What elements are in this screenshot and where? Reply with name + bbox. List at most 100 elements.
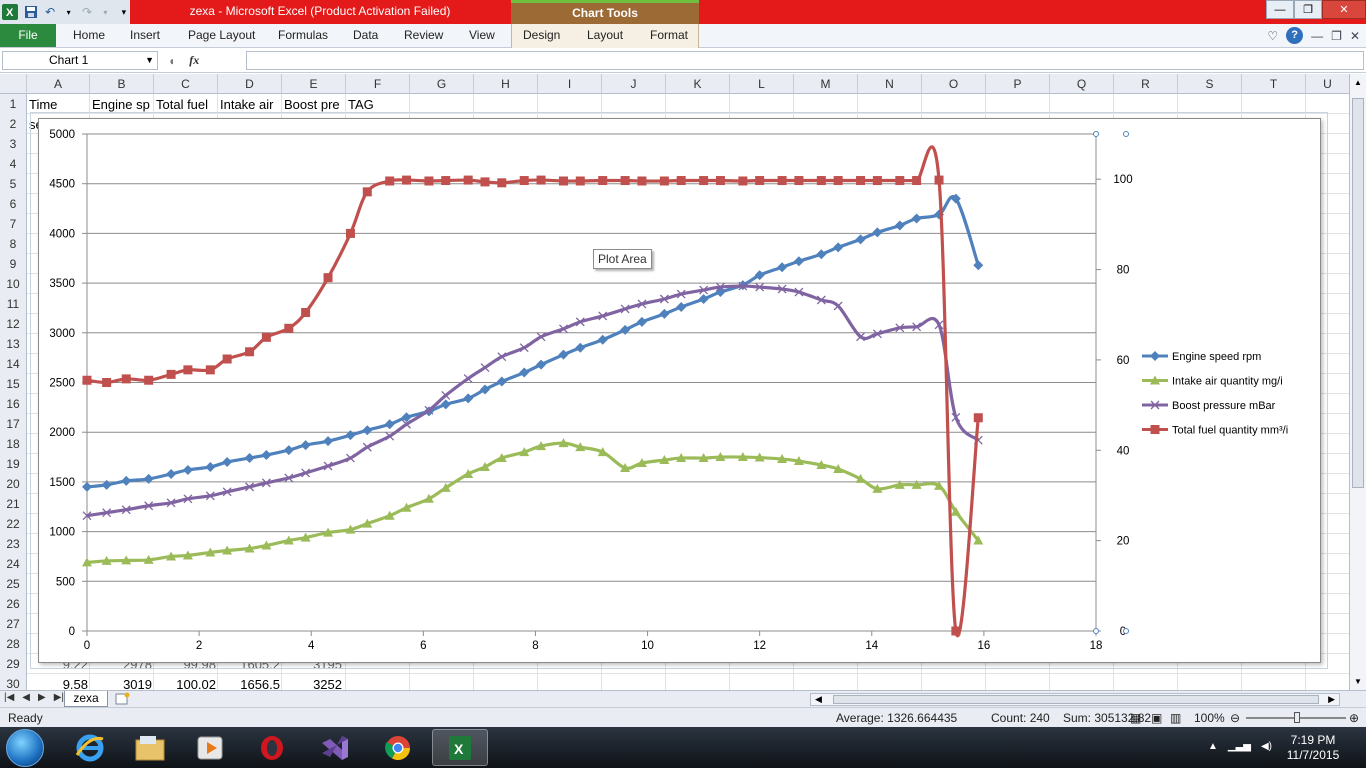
row-header-10[interactable]: 10 [0, 277, 26, 291]
data-point-total-fuel[interactable] [659, 176, 669, 186]
data-point-engine-speed[interactable] [636, 316, 647, 327]
data-point-total-fuel[interactable] [816, 176, 826, 186]
file-explorer-icon[interactable] [122, 729, 178, 766]
legend-marker[interactable] [1150, 351, 1160, 361]
data-point-total-fuel[interactable] [424, 176, 434, 186]
data-point-engine-speed[interactable] [793, 256, 804, 267]
column-header-s[interactable]: S [1178, 74, 1242, 94]
data-point-total-fuel[interactable] [794, 176, 804, 186]
sheet-tab-zexa[interactable]: zexa [64, 691, 108, 707]
row-header-17[interactable]: 17 [0, 417, 26, 431]
redo-icon[interactable]: ↷ [81, 4, 93, 20]
normal-view-icon[interactable]: ▦ [1130, 711, 1141, 725]
data-point-total-fuel[interactable] [301, 307, 311, 317]
data-point-engine-speed[interactable] [620, 324, 631, 335]
data-point-engine-speed[interactable] [440, 399, 451, 410]
tab-home[interactable]: Home [73, 24, 105, 47]
data-point-engine-speed[interactable] [244, 453, 255, 464]
data-point-total-fuel[interactable] [558, 176, 568, 186]
help-icon[interactable]: ? [1286, 27, 1304, 44]
data-point-engine-speed[interactable] [597, 334, 608, 345]
status-count[interactable]: Count: 240 [991, 711, 1050, 725]
volume-icon[interactable]: ◀) [1261, 741, 1272, 752]
data-point-engine-speed[interactable] [911, 213, 922, 224]
data-point-engine-speed[interactable] [362, 425, 373, 436]
data-point-engine-speed[interactable] [894, 220, 905, 231]
column-header-e[interactable]: E [282, 74, 346, 94]
column-header-n[interactable]: N [858, 74, 922, 94]
data-point-engine-speed[interactable] [384, 419, 395, 430]
data-point-engine-speed[interactable] [676, 301, 687, 312]
cell-f1[interactable]: TAG [348, 97, 409, 112]
opera-browser-icon[interactable] [244, 729, 300, 766]
data-point-total-fuel[interactable] [833, 176, 843, 186]
axis-selection-handle[interactable] [1123, 628, 1129, 634]
row-header-3[interactable]: 3 [0, 137, 26, 151]
page-layout-view-icon[interactable]: ▣ [1151, 711, 1162, 725]
data-point-total-fuel[interactable] [362, 187, 372, 197]
tab-view[interactable]: View [469, 24, 495, 47]
data-point-engine-speed[interactable] [872, 227, 883, 238]
data-point-total-fuel[interactable] [463, 175, 473, 185]
data-point-total-fuel[interactable] [121, 374, 131, 384]
row-header-11[interactable]: 11 [0, 297, 26, 311]
data-point-total-fuel[interactable] [777, 176, 787, 186]
cell-e1[interactable]: Boost pre [284, 97, 345, 112]
taskbar-clock[interactable]: 7:19 PM 11/7/2015 [1278, 733, 1348, 763]
series-line-boost-pressure[interactable] [86, 284, 980, 518]
data-point-boost-pressure[interactable] [833, 301, 843, 311]
data-point-engine-speed[interactable] [82, 481, 92, 492]
redo-dropdown-icon[interactable]: ▾ [99, 4, 111, 20]
data-point-total-fuel[interactable] [755, 176, 765, 186]
data-point-total-fuel[interactable] [519, 176, 529, 186]
column-header-o[interactable]: O [922, 74, 986, 94]
data-point-total-fuel[interactable] [637, 176, 647, 186]
column-header-t[interactable]: T [1242, 74, 1306, 94]
row-header-1[interactable]: 1 [0, 97, 26, 111]
data-point-engine-speed[interactable] [101, 479, 112, 490]
data-point-engine-speed[interactable] [496, 376, 507, 387]
row-header-22[interactable]: 22 [0, 517, 26, 531]
data-point-engine-speed[interactable] [855, 234, 866, 245]
name-box[interactable]: Chart 1 ▼ [2, 51, 158, 70]
horizontal-scrollbar[interactable]: ◀ ▶ [810, 693, 1340, 706]
data-point-engine-speed[interactable] [777, 262, 788, 273]
select-all-button[interactable] [0, 74, 27, 94]
series-intake-air[interactable] [82, 438, 984, 567]
network-icon[interactable]: ▁▃▅ [1228, 741, 1251, 752]
cell-c1[interactable]: Total fuel [156, 97, 217, 112]
column-header-f[interactable]: F [346, 74, 410, 94]
scroll-up-icon[interactable]: ▲ [1354, 78, 1362, 87]
column-header-g[interactable]: G [410, 74, 474, 94]
legend-marker[interactable] [1150, 425, 1160, 434]
data-point-total-fuel[interactable] [536, 175, 546, 185]
name-box-dropdown-icon[interactable]: ▼ [145, 52, 154, 69]
data-point-total-fuel[interactable] [323, 273, 333, 283]
data-point-total-fuel[interactable] [441, 176, 451, 186]
data-point-total-fuel[interactable] [261, 332, 271, 342]
restore-button[interactable]: ❐ [1294, 0, 1322, 19]
data-point-total-fuel[interactable] [245, 347, 255, 357]
legend-entry[interactable]: Total fuel quantity mm³/i [1172, 425, 1288, 437]
cell-d1[interactable]: Intake air [220, 97, 281, 112]
row-header-14[interactable]: 14 [0, 357, 26, 371]
column-header-i[interactable]: I [538, 74, 602, 94]
show-hidden-icons-icon[interactable]: ▲ [1208, 741, 1218, 752]
chrome-browser-icon[interactable] [370, 729, 426, 766]
undo-dropdown-icon[interactable]: ▾ [62, 4, 74, 20]
cell-b1[interactable]: Engine sp [92, 97, 153, 112]
data-point-total-fuel[interactable] [620, 176, 630, 186]
data-point-total-fuel[interactable] [166, 369, 176, 379]
scroll-down-icon[interactable]: ▼ [1354, 677, 1362, 686]
column-header-r[interactable]: R [1114, 74, 1178, 94]
prev-sheet-icon[interactable]: ◀ [22, 692, 30, 703]
data-point-total-fuel[interactable] [102, 378, 112, 387]
customize-toolbar-icon[interactable]: ▾ [118, 4, 130, 20]
scroll-left-icon[interactable]: ◀ [815, 694, 822, 705]
data-point-total-fuel[interactable] [480, 177, 490, 187]
tab-page-layout[interactable]: Page Layout [188, 24, 255, 47]
vertical-scroll-thumb[interactable] [1352, 98, 1364, 488]
row-header-19[interactable]: 19 [0, 457, 26, 471]
legend-entry[interactable]: Intake air quantity mg/i [1172, 376, 1283, 388]
column-header-p[interactable]: P [986, 74, 1050, 94]
